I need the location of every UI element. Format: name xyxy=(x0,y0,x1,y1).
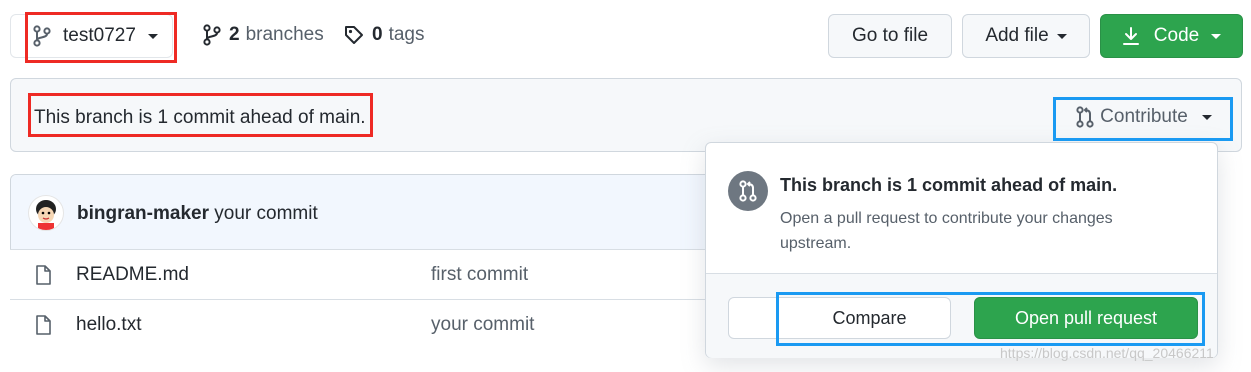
go-to-file-button[interactable]: Go to file xyxy=(828,14,952,58)
latest-commit-row: bingran-maker your commit xyxy=(11,175,769,249)
branch-select-button[interactable]: test0727 xyxy=(10,14,173,58)
branches-count: 2 xyxy=(229,24,240,45)
compare-button[interactable]: Compare xyxy=(728,297,951,339)
file-icon xyxy=(35,315,51,335)
file-row: hello.txt your commit xyxy=(10,299,745,350)
chevron-down-icon xyxy=(1201,114,1212,120)
add-file-button[interactable]: Add file xyxy=(962,14,1090,58)
branch-name: test0727 xyxy=(63,25,136,46)
pull-request-badge-icon xyxy=(728,171,768,211)
download-icon xyxy=(1122,26,1140,46)
contribute-label: Contribute xyxy=(1100,106,1188,127)
chevron-down-icon xyxy=(1056,33,1067,39)
file-name[interactable]: hello.txt xyxy=(76,314,141,336)
file-commit-message[interactable]: first commit xyxy=(431,264,528,286)
tags-link[interactable]: 0 tags xyxy=(344,24,425,46)
branches-link[interactable]: 2 branches xyxy=(203,24,324,46)
branch-status-bar: This branch is 1 commit ahead of main. xyxy=(10,78,1242,152)
tags-label: tags xyxy=(388,24,425,45)
file-commit-message[interactable]: your commit xyxy=(431,314,534,336)
tags-count: 0 xyxy=(372,24,383,45)
open-pull-request-label: Open pull request xyxy=(1014,307,1158,328)
branch-status-text: This branch is 1 commit ahead of main. xyxy=(34,107,366,128)
avatar[interactable] xyxy=(28,195,64,231)
chevron-down-icon xyxy=(1211,33,1222,39)
commit-message[interactable]: your commit xyxy=(214,203,317,224)
git-branch-icon xyxy=(33,25,51,47)
latest-commit-text: bingran-maker your commit xyxy=(77,203,318,225)
compare-label: Compare xyxy=(832,307,907,328)
popover-description: Open a pull request to contribute your c… xyxy=(780,210,1113,252)
file-icon xyxy=(35,265,51,285)
code-button[interactable]: Code xyxy=(1100,14,1243,58)
open-pull-request-button[interactable]: Open pull request xyxy=(974,297,1198,339)
git-branch-icon xyxy=(203,24,221,46)
go-to-file-label: Go to file xyxy=(851,25,929,46)
tag-icon xyxy=(344,25,364,45)
contribute-popover: This branch is 1 commit ahead of main. O… xyxy=(705,142,1218,358)
branches-label: branches xyxy=(245,24,324,45)
chevron-down-icon xyxy=(147,33,158,39)
file-name[interactable]: README.md xyxy=(76,264,189,286)
commit-author[interactable]: bingran-maker xyxy=(77,203,209,224)
add-file-label: Add file xyxy=(985,25,1049,46)
code-label: Code xyxy=(1153,25,1200,46)
contribute-button[interactable]: Contribute xyxy=(1062,96,1226,138)
popover-title: This branch is 1 commit ahead of main. xyxy=(780,175,1118,195)
git-pull-request-icon xyxy=(1076,106,1094,128)
watermark: https://blog.csdn.net/qq_20466211 xyxy=(1000,345,1214,361)
file-row: README.md first commit xyxy=(10,249,745,300)
